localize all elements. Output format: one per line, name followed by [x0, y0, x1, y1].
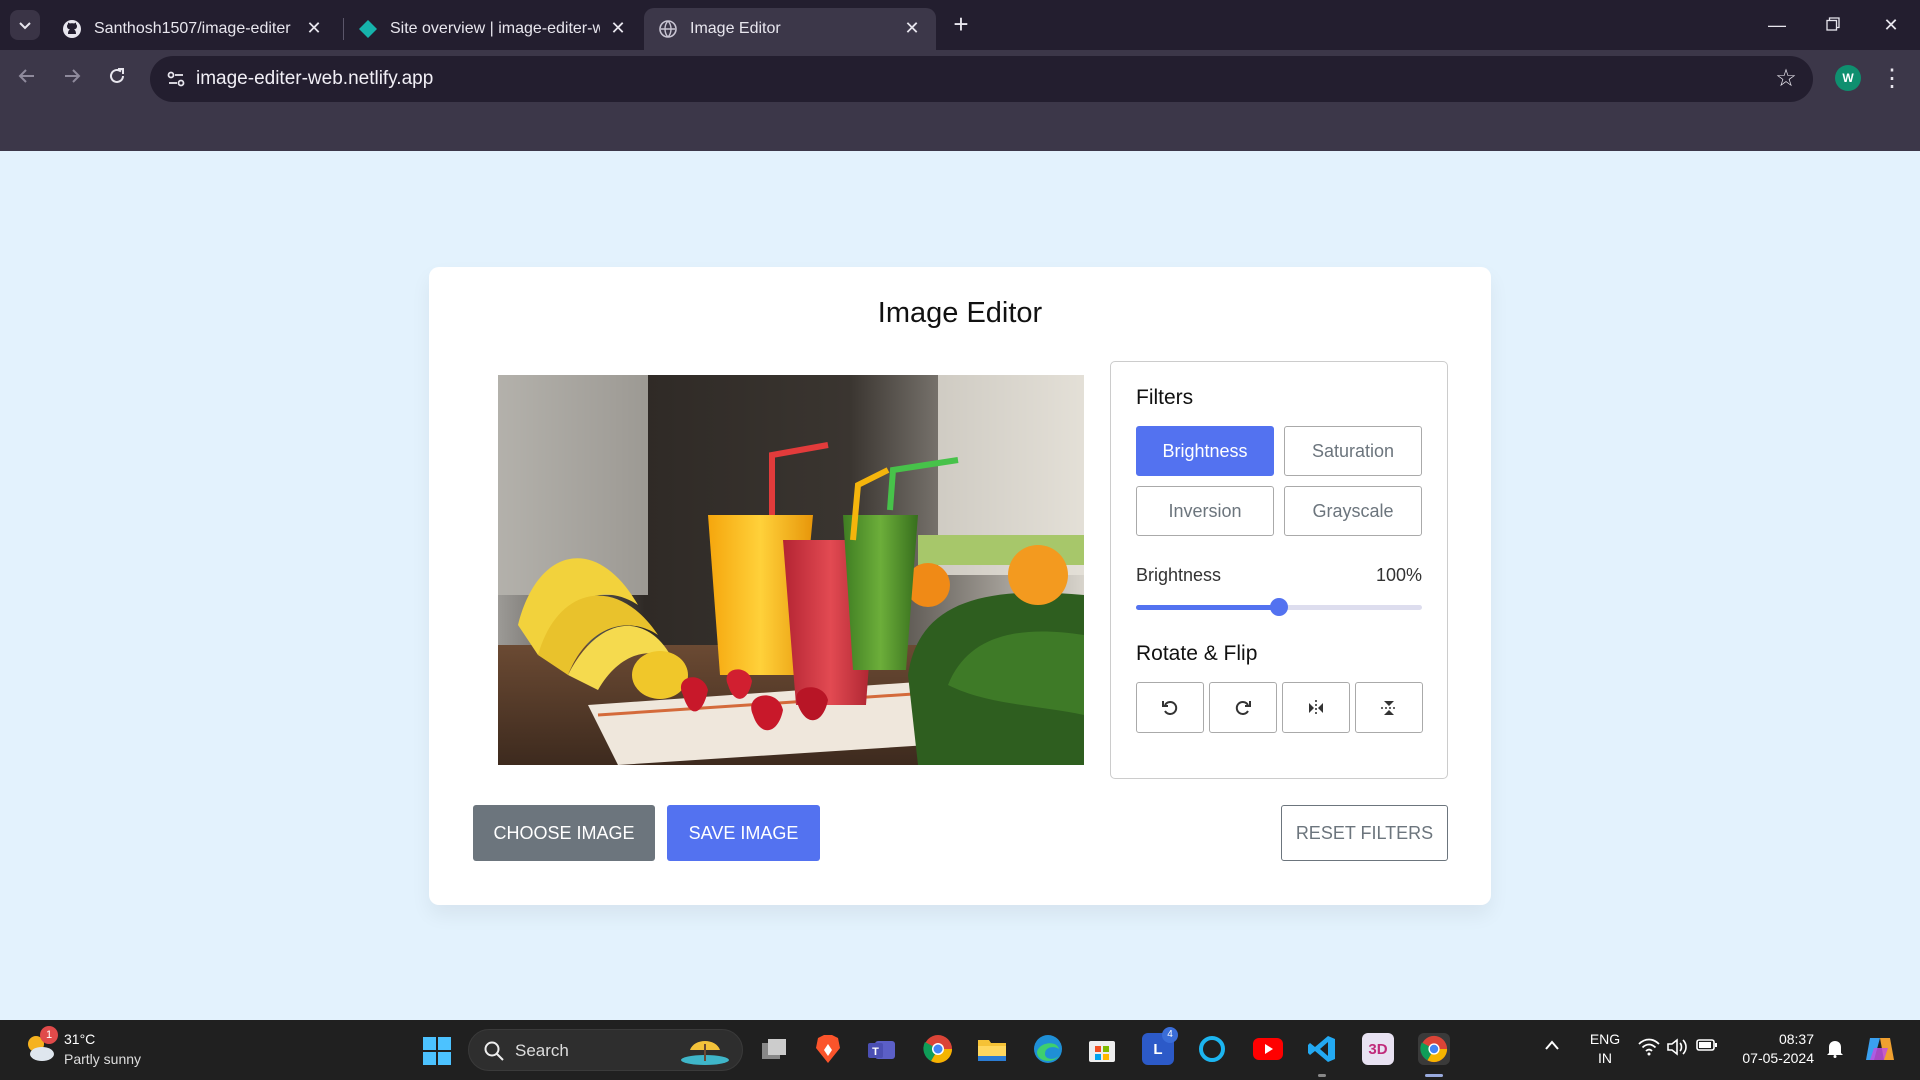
globe-icon	[659, 20, 677, 38]
tab-title: Image Editor	[690, 20, 781, 37]
edge-icon[interactable]	[1032, 1033, 1064, 1065]
flip-vertical-button[interactable]	[1355, 682, 1423, 733]
close-icon[interactable]: ✕	[304, 18, 324, 38]
back-button[interactable]	[12, 64, 42, 94]
choose-image-button[interactable]: CHOOSE IMAGE	[473, 805, 655, 861]
weather-temperature[interactable]: 31°C	[64, 1031, 95, 1047]
browser-titlebar: Santhosh1507/image-editer ✕ Site overvie…	[0, 0, 1920, 50]
store-icon[interactable]	[1086, 1033, 1118, 1065]
system-clock[interactable]: 08:37 07-05-2024	[1732, 1030, 1814, 1068]
weather-badge: 1	[40, 1026, 58, 1044]
filter-slider[interactable]	[1136, 598, 1422, 616]
svg-text:T: T	[872, 1046, 879, 1058]
windows-taskbar: 1 31°C Partly sunny Search T L 4 3D ENG …	[0, 1020, 1920, 1080]
reload-icon	[110, 68, 124, 83]
beach-umbrella-icon	[681, 1041, 729, 1065]
save-image-button[interactable]: SAVE IMAGE	[667, 805, 820, 861]
search-icon	[484, 1041, 504, 1061]
tab-github[interactable]: Santhosh1507/image-editer ✕	[48, 8, 338, 50]
slider-thumb[interactable]	[1270, 598, 1288, 616]
rotate-left-icon	[1162, 700, 1178, 715]
speaker-icon[interactable]	[1666, 1038, 1688, 1061]
clock-date: 07-05-2024	[1742, 1050, 1814, 1066]
slider-fill	[1136, 605, 1279, 610]
filters-title: Filters	[1136, 386, 1194, 409]
copilot-icon[interactable]	[1864, 1034, 1896, 1069]
close-window-button[interactable]: ✕	[1876, 12, 1906, 38]
tab-image-editor[interactable]: Image Editor ✕	[644, 8, 936, 50]
bookmark-bar	[0, 108, 1920, 151]
flip-vertical-icon	[1381, 700, 1397, 715]
arrow-right-icon	[65, 69, 81, 83]
tab-search-button[interactable]	[10, 10, 40, 40]
image-preview	[498, 375, 1084, 765]
3d-app-icon[interactable]: 3D	[1362, 1033, 1394, 1065]
bookmark-star-icon[interactable]: ☆	[1773, 66, 1799, 92]
rotate-flip-title: Rotate & Flip	[1136, 642, 1258, 665]
chevron-down-icon	[19, 22, 31, 30]
address-bar[interactable]: image-editer-web.netlify.app ☆	[150, 56, 1813, 102]
tab-netlify[interactable]: Site overview | image-editer-web ✕	[344, 8, 642, 50]
reload-button[interactable]	[102, 64, 132, 94]
cortana-icon[interactable]	[1196, 1033, 1228, 1065]
profile-avatar[interactable]: W	[1835, 65, 1861, 91]
taskbar-search[interactable]: Search	[468, 1029, 743, 1071]
windows-start-icon[interactable]	[422, 1036, 452, 1066]
vscode-icon[interactable]	[1306, 1033, 1338, 1065]
page-title: Image Editor	[877, 297, 1043, 329]
tab-title: Santhosh1507/image-editer	[94, 20, 291, 37]
file-explorer-icon[interactable]	[976, 1033, 1008, 1065]
task-view-icon[interactable]	[758, 1033, 790, 1065]
close-icon[interactable]: ✕	[608, 18, 628, 38]
minimize-button[interactable]: —	[1762, 12, 1792, 38]
slider-label: Brightness	[1136, 565, 1222, 585]
netlify-icon	[359, 20, 377, 38]
active-app-indicator	[1425, 1074, 1443, 1077]
arrow-left-icon	[18, 69, 34, 83]
youtube-icon[interactable]	[1252, 1033, 1284, 1065]
site-settings-icon[interactable]	[164, 67, 188, 91]
notification-bell-icon[interactable]	[1826, 1038, 1844, 1063]
restore-button[interactable]	[1818, 12, 1848, 38]
close-icon[interactable]: ✕	[902, 18, 922, 38]
chrome-profile-icon[interactable]	[1418, 1033, 1450, 1065]
browser-toolbar: image-editer-web.netlify.app ☆ W ⋮	[0, 50, 1920, 108]
rotate-right-button[interactable]	[1209, 682, 1277, 733]
rotate-right-icon	[1235, 700, 1251, 715]
battery-icon[interactable]	[1696, 1038, 1718, 1057]
teams-icon[interactable]: T	[866, 1033, 898, 1065]
forward-button[interactable]	[57, 64, 87, 94]
slider-value: 100%	[1375, 565, 1422, 585]
editor-card: Image Editor Filters Brightness Saturati…	[429, 267, 1491, 905]
rotate-left-button[interactable]	[1136, 682, 1204, 733]
reset-filters-button[interactable]: RESET FILTERS	[1281, 805, 1448, 861]
browser-menu-icon[interactable]: ⋮	[1880, 64, 1904, 94]
language-code: ENG	[1589, 1031, 1621, 1047]
url-text: image-editer-web.netlify.app	[196, 68, 434, 89]
page-background: Image Editor Filters Brightness Saturati…	[0, 151, 1920, 1020]
grayscale-filter-button[interactable]: Grayscale	[1284, 486, 1422, 536]
tab-title: Site overview | image-editer-web	[390, 20, 600, 37]
restore-icon	[1826, 17, 1840, 31]
chevron-up-icon[interactable]	[1544, 1038, 1560, 1056]
brightness-filter-button[interactable]: Brightness	[1136, 426, 1274, 476]
flip-horizontal-icon	[1309, 699, 1323, 716]
running-app-indicator	[1318, 1074, 1326, 1077]
clock-time: 08:37	[1778, 1031, 1814, 1047]
chrome-icon[interactable]	[922, 1033, 954, 1065]
github-icon	[63, 20, 81, 38]
filter-panel: Filters Brightness Saturation Inversion …	[1110, 361, 1448, 779]
smoothie-photo	[498, 375, 1084, 765]
saturation-filter-button[interactable]: Saturation	[1284, 426, 1422, 476]
weather-description[interactable]: Partly sunny	[64, 1051, 141, 1067]
inversion-filter-button[interactable]: Inversion	[1136, 486, 1274, 536]
l-app-badge: 4	[1162, 1027, 1178, 1043]
flip-horizontal-button[interactable]	[1282, 682, 1350, 733]
brave-icon[interactable]	[812, 1033, 844, 1065]
region-code: IN	[1598, 1050, 1612, 1066]
wifi-icon[interactable]	[1638, 1038, 1660, 1061]
search-label: Search	[515, 1041, 569, 1060]
new-tab-button[interactable]: +	[948, 11, 974, 38]
language-indicator[interactable]: ENG IN	[1585, 1030, 1625, 1068]
